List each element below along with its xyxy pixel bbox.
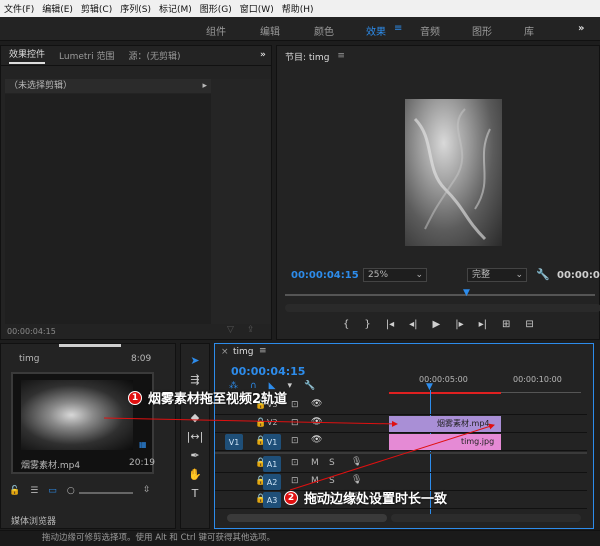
annotation-1: 1 烟雾素材拖至视频2轨道 bbox=[128, 388, 287, 407]
annotation-arrows bbox=[103, 417, 495, 491]
annotation-2-text: 拖动边缘处设置时长一致 bbox=[304, 492, 448, 507]
annotation-2: 2 拖动边缘处设置时长一致 bbox=[284, 488, 447, 507]
annotation-arrow-1 bbox=[103, 417, 398, 427]
annotation-1-badge: 1 bbox=[128, 390, 142, 405]
annotation-1-text: 烟雾素材拖至视频2轨道 bbox=[148, 392, 288, 407]
annotation-arrow-2 bbox=[289, 423, 495, 491]
status-text: 拖动边缘可修剪选择项。使用 Alt 和 Ctrl 键可获得其他选项。 bbox=[42, 533, 275, 543]
status-bar: 拖动边缘可修剪选择项。使用 Alt 和 Ctrl 键可获得其他选项。 bbox=[0, 530, 600, 546]
annotation-2-badge: 2 bbox=[284, 490, 298, 505]
